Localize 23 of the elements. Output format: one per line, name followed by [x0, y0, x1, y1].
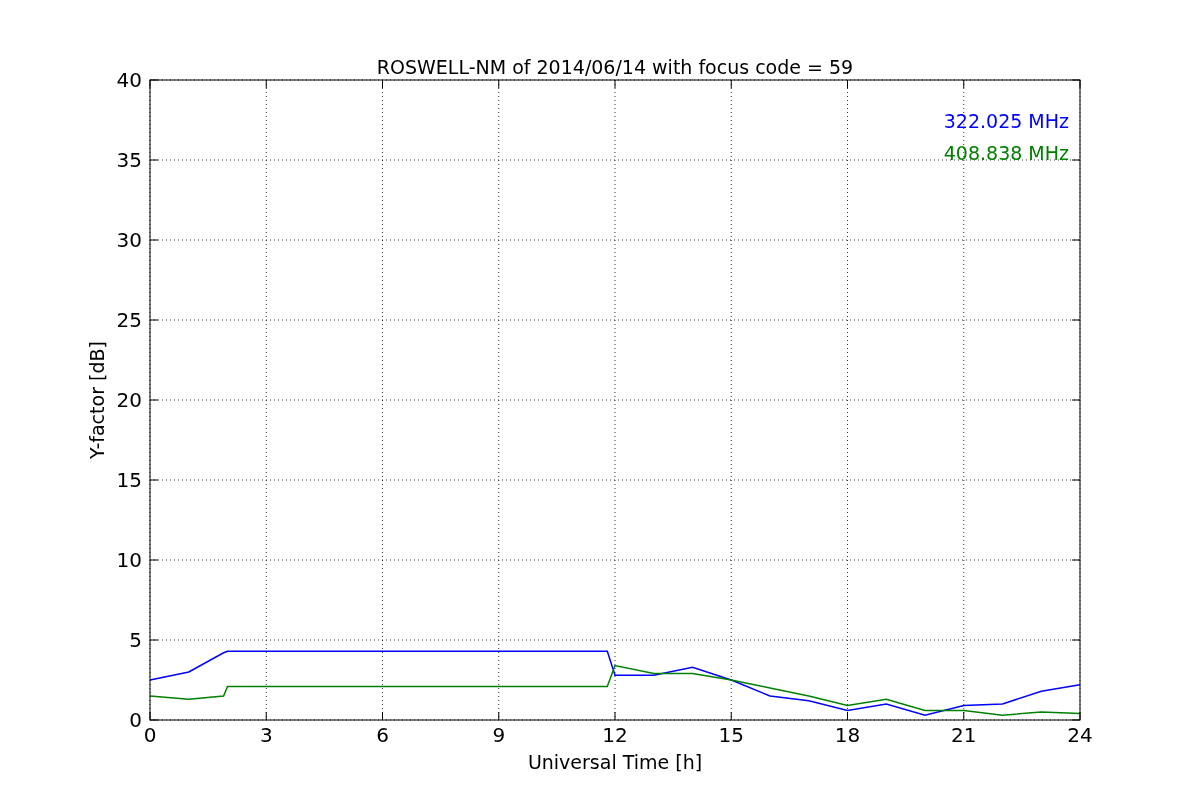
x-tick-label: 3 — [259, 723, 273, 747]
y-tick-label: 35 — [116, 148, 142, 172]
y-tick-label: 30 — [116, 228, 142, 252]
y-axis-label: Y-factor [dB] — [86, 341, 108, 459]
y-tick-label: 25 — [116, 308, 142, 332]
legend-label: 408.838 MHz — [943, 142, 1069, 164]
x-tick-label: 15 — [718, 723, 744, 747]
y-tick-label: 5 — [129, 628, 142, 652]
x-tick-label: 9 — [492, 723, 506, 747]
x-tick-label: 0 — [143, 723, 157, 747]
x-tick-label: 12 — [602, 723, 628, 747]
y-tick-label: 20 — [116, 388, 142, 412]
legend-label: 322.025 MHz — [943, 110, 1069, 132]
y-tick-label: 15 — [116, 468, 142, 492]
y-tick-label: 40 — [116, 68, 142, 92]
y-tick-label: 0 — [129, 708, 142, 732]
chart-title: ROSWELL-NM of 2014/06/14 with focus code = 59 — [376, 56, 854, 78]
x-tick-label: 6 — [376, 723, 389, 747]
x-tick-label: 24 — [1067, 723, 1093, 747]
x-tick-label: 21 — [951, 723, 977, 747]
x-axis-label: Universal Time [h] — [527, 751, 703, 773]
x-tick-label: 18 — [834, 723, 861, 747]
y-tick-label: 10 — [116, 548, 142, 572]
